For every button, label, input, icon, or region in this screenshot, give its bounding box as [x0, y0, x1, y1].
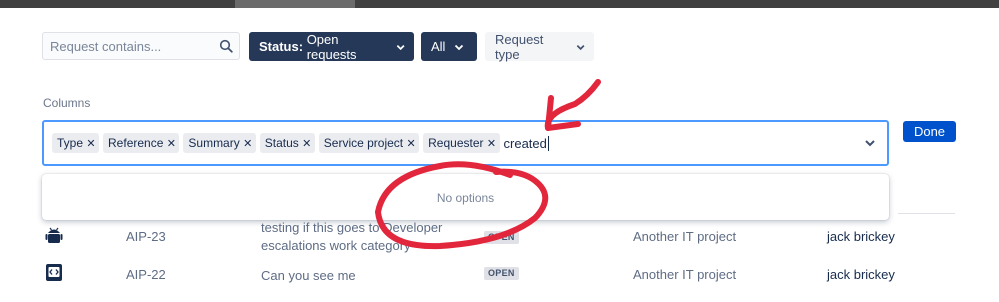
column-tag-service-project: Service project ✕ — [318, 133, 420, 153]
row-requester: jack brickey — [827, 229, 895, 244]
status-value: Open requests — [306, 31, 357, 62]
row-summary[interactable]: testing if this goes to Developer escalat… — [261, 219, 442, 255]
done-button[interactable]: Done — [903, 121, 956, 142]
row-requester: jack brickey — [827, 267, 895, 282]
tag-label: Summary — [188, 136, 240, 150]
tag-label: Service project — [323, 136, 404, 150]
columns-search-input[interactable]: created — [503, 135, 549, 151]
tag-label: Type — [57, 136, 84, 150]
remove-icon[interactable]: ✕ — [484, 133, 500, 153]
all-label: All — [431, 39, 446, 54]
status-lozenge: OPEN — [484, 231, 519, 244]
remove-icon[interactable]: ✕ — [163, 133, 179, 153]
columns-select[interactable]: Type ✕ Reference ✕ Summary ✕ Status ✕ Servic… — [42, 120, 889, 166]
table-divider — [898, 213, 955, 214]
row-summary[interactable]: Can you see me — [261, 267, 356, 285]
search-field[interactable] — [42, 32, 240, 60]
top-strip — [0, 0, 999, 8]
all-filter-button[interactable]: All — [421, 32, 477, 61]
status-lozenge: OPEN — [484, 267, 519, 280]
tag-label: Requester — [428, 136, 484, 150]
options-menu: No options — [42, 174, 889, 220]
chevron-down-icon — [396, 44, 405, 50]
row-project: Another IT project — [633, 267, 737, 282]
column-tag-requester: Requester ✕ — [423, 133, 500, 153]
remove-icon[interactable]: ✕ — [240, 133, 256, 153]
summary-line-1: testing if this goes to Developer — [261, 220, 443, 235]
columns-label: Columns — [43, 96, 91, 110]
column-tag-summary: Summary ✕ — [183, 133, 256, 153]
status-filter-button[interactable]: Status: Open requests — [249, 31, 414, 62]
row-reference[interactable]: AIP-23 — [126, 229, 166, 244]
search-icon[interactable] — [219, 39, 233, 53]
tag-label: Status — [264, 136, 299, 150]
column-tag-type: Type ✕ — [52, 133, 100, 153]
row-project: Another IT project — [633, 229, 737, 244]
status-prefix: Status: — [259, 39, 304, 54]
request-type-label: Request type — [495, 31, 544, 62]
search-input[interactable] — [43, 33, 220, 59]
chevron-down-icon — [455, 44, 464, 50]
row-reference[interactable]: AIP-22 — [126, 267, 166, 282]
tag-label: Reference — [108, 136, 164, 150]
remove-icon[interactable]: ✕ — [83, 133, 99, 153]
android-icon — [45, 227, 63, 243]
column-tags: Type ✕ Reference ✕ Summary ✕ Status ✕ Servic… — [52, 133, 549, 153]
no-options-message: No options — [436, 191, 495, 205]
chevron-down-icon — [576, 44, 585, 50]
remove-icon[interactable]: ✕ — [299, 133, 315, 153]
remove-icon[interactable]: ✕ — [403, 133, 419, 153]
chevron-down-icon[interactable] — [863, 136, 877, 150]
table-row[interactable]: AIP-23 testing if this goes to Developer… — [0, 219, 999, 262]
top-strip-tab — [235, 0, 355, 8]
text-caret — [547, 135, 549, 151]
code-icon — [46, 264, 62, 281]
request-type-filter-button[interactable]: Request type — [485, 31, 594, 62]
table-row[interactable]: AIP-22 Can you see me OPEN Another IT pr… — [0, 262, 999, 302]
column-tag-status: Status ✕ — [259, 133, 315, 153]
column-tag-reference: Reference ✕ — [103, 133, 180, 153]
summary-line-2: escalations work category — [261, 238, 411, 253]
typed-value: created — [503, 135, 547, 151]
